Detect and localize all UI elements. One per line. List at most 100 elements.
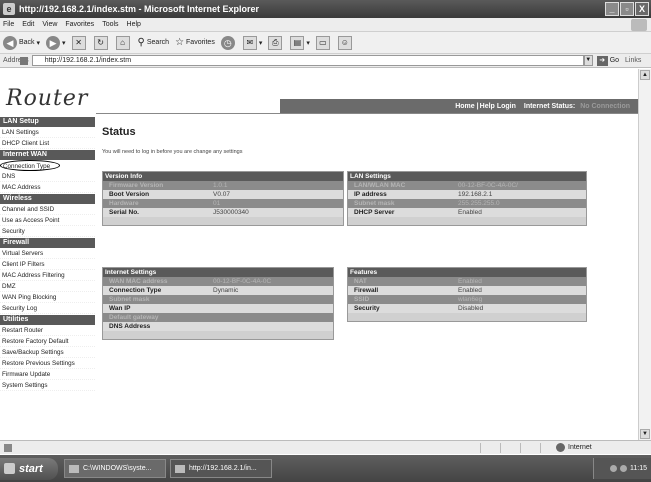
sidebar-item-restart-router[interactable]: Restart Router <box>0 325 95 336</box>
maximize-button[interactable]: ▫ <box>620 2 634 16</box>
start-button[interactable]: start <box>0 457 58 480</box>
panel-title: Internet Settings <box>103 268 333 277</box>
task-label: C:\WINDOWS\syste... <box>83 465 152 472</box>
system-tray: 11:15 <box>593 458 651 479</box>
panel-title: Version Info <box>103 172 343 181</box>
address-input[interactable]: http://192.168.2.1/index.stm <box>31 55 584 66</box>
menu-edit[interactable]: Edit <box>22 21 34 28</box>
mail-icon: ✉ <box>242 35 257 50</box>
edit-button[interactable]: ▤ ▾ <box>290 35 310 50</box>
sidebar-item-connection-type[interactable]: Connection Type <box>0 160 60 171</box>
sidebar-item-save-backup[interactable]: Save/Backup Settings <box>0 347 95 358</box>
taskbar-item-browser[interactable]: http://192.168.2.1/in... <box>170 459 272 478</box>
sidebar-item-mac-address[interactable]: MAC Address <box>0 182 95 193</box>
print-button[interactable]: ⎙ <box>268 35 284 50</box>
print-icon: ⎙ <box>268 35 283 50</box>
links-button[interactable]: Links <box>625 57 641 64</box>
row-value: 00-12-BF-0C-4A-0C <box>213 278 272 285</box>
stop-button[interactable]: ✕ <box>71 35 88 50</box>
window-title-bar[interactable]: e http://192.168.2.1/index.stm - Microso… <box>0 0 651 18</box>
row-value <box>213 313 333 322</box>
vertical-scrollbar[interactable]: ▲ ▼ <box>638 69 651 440</box>
menu-view[interactable]: View <box>42 21 57 28</box>
taskbar-item-explorer[interactable]: C:\WINDOWS\syste... <box>64 459 166 478</box>
refresh-icon: ↻ <box>93 35 108 50</box>
sidebar-item-client-ip-filters[interactable]: Client IP Filters <box>0 259 95 270</box>
router-logo: Router <box>6 86 89 111</box>
sidebar-item-security-log[interactable]: Security Log <box>0 303 95 314</box>
row-value <box>213 304 333 313</box>
nav-login-link[interactable]: Login <box>497 103 516 110</box>
table-row: Default gateway <box>103 313 333 322</box>
version-info-panel: Version Info Firmware Version 1.0.1 Boot … <box>102 171 344 226</box>
sidebar-item-mac-filtering[interactable]: MAC Address Filtering <box>0 270 95 281</box>
sidebar-item-restore-previous[interactable]: Restore Previous Settings <box>0 358 95 369</box>
row-key: Boot Version <box>109 191 150 198</box>
table-row: DNS Address <box>103 322 333 331</box>
sidebar-item-virtual-servers[interactable]: Virtual Servers <box>0 248 95 259</box>
menu-tools[interactable]: Tools <box>102 21 118 28</box>
row-key: Default gateway <box>109 314 159 321</box>
sidebar-item-system-settings[interactable]: System Settings <box>0 380 95 391</box>
back-button[interactable]: ◀ Back ▾ <box>3 35 40 50</box>
row-key: WAN MAC address <box>109 278 168 285</box>
home-button[interactable]: ⌂ <box>115 35 132 50</box>
features-panel: Features NAT Enabled Firewall Enabled SSID… <box>347 267 587 322</box>
network-icon[interactable] <box>610 465 617 472</box>
page-status-icon <box>4 443 12 452</box>
internet-status-value: No Connection <box>580 103 630 110</box>
row-key: Subnet mask <box>354 200 395 207</box>
sidebar-item-factory-default[interactable]: Restore Factory Default <box>0 336 95 347</box>
internet-explorer-icon <box>175 464 185 473</box>
menu-help[interactable]: Help <box>127 21 141 28</box>
edit-icon: ▤ <box>290 35 305 50</box>
sidebar-section-internet-wan: Internet WAN <box>0 150 95 160</box>
search-button[interactable]: ⚲ Search <box>138 37 170 48</box>
nav-help-link[interactable]: Help <box>480 103 495 110</box>
toolbar: ◀ Back ▾ ▶ ▾ ✕ ↻ ⌂ ⚲ Search ☆ Favorites ◷… <box>0 32 651 54</box>
internet-status-label: Internet Status: <box>523 103 576 110</box>
internet-explorer-icon: e <box>3 3 15 15</box>
browser-status-bar: Internet <box>0 440 651 454</box>
scroll-up-button[interactable]: ▲ <box>640 70 650 80</box>
row-key: NAT <box>354 278 367 285</box>
sidebar-item-channel-ssid[interactable]: Channel and SSID <box>0 204 95 215</box>
menu-favorites[interactable]: Favorites <box>65 21 94 28</box>
stop-icon: ✕ <box>71 35 86 50</box>
address-dropdown-button[interactable]: ▼ <box>583 55 593 66</box>
row-value: 1.0.1 <box>213 182 228 189</box>
sidebar-item-wireless-security[interactable]: Security <box>0 226 95 237</box>
favorites-button[interactable]: ☆ Favorites <box>175 37 215 48</box>
sidebar: LAN Setup LAN Settings DHCP Client List … <box>0 116 95 391</box>
sidebar-item-lan-settings[interactable]: LAN Settings <box>0 127 95 138</box>
menu-file[interactable]: File <box>3 21 14 28</box>
sidebar-item-dmz[interactable]: DMZ <box>0 281 95 292</box>
mail-button[interactable]: ✉ ▾ <box>242 35 262 50</box>
minimize-button[interactable]: _ <box>605 2 619 16</box>
row-value <box>213 322 333 331</box>
row-key: DNS Address <box>109 323 151 330</box>
forward-button[interactable]: ▶ ▾ <box>46 35 66 50</box>
table-row: IP address 192.168.2.1 <box>348 190 586 199</box>
sidebar-item-wan-ping-blocking[interactable]: WAN Ping Blocking <box>0 292 95 303</box>
sidebar-item-firmware-update[interactable]: Firmware Update <box>0 369 95 380</box>
refresh-button[interactable]: ↻ <box>93 35 110 50</box>
go-label: Go <box>609 57 620 64</box>
go-button[interactable]: ➜ Go <box>596 55 620 66</box>
scroll-down-button[interactable]: ▼ <box>640 429 650 439</box>
nav-home-link[interactable]: Home <box>455 103 474 110</box>
discuss-button[interactable]: ▭ <box>315 35 332 50</box>
table-row: NAT Enabled <box>348 277 586 286</box>
sidebar-item-dns[interactable]: DNS <box>0 171 95 182</box>
sidebar-item-access-point[interactable]: Use as Access Point <box>0 215 95 226</box>
volume-icon[interactable] <box>620 465 627 472</box>
table-row: Hardware 01 <box>103 199 343 208</box>
row-value: 255.255.255.0 <box>458 200 500 207</box>
row-value: 01 <box>213 200 221 207</box>
close-button[interactable]: X <box>635 2 649 16</box>
row-key: SSID <box>354 296 370 303</box>
history-button[interactable]: ◷ <box>220 35 237 50</box>
messenger-button[interactable]: ☺ <box>337 35 354 50</box>
sidebar-item-dhcp-client-list[interactable]: DHCP Client List <box>0 138 95 149</box>
search-icon: ⚲ <box>137 37 145 48</box>
